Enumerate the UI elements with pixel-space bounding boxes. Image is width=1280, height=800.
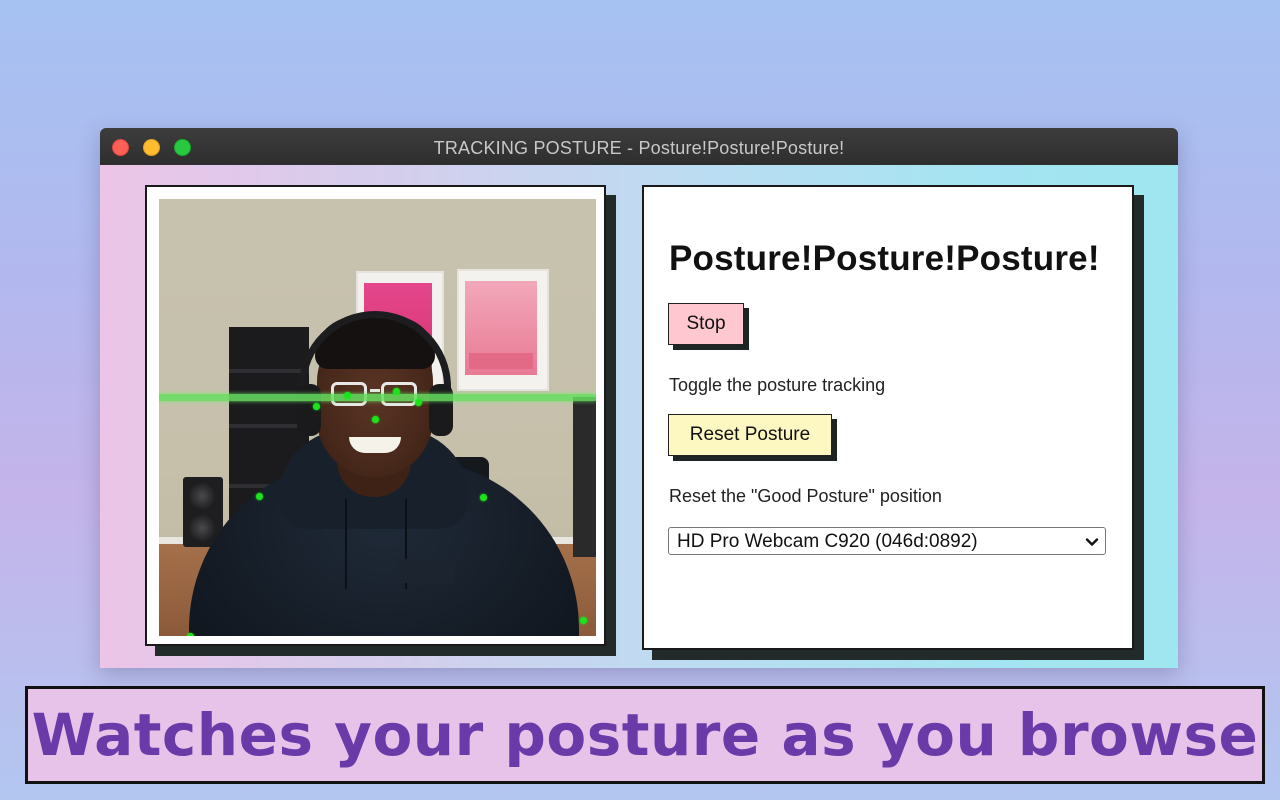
promo-banner: Watches your posture as you browse (25, 686, 1265, 784)
pose-keypoint (415, 399, 422, 406)
scene-door (573, 397, 596, 557)
posture-baseline (159, 394, 596, 401)
hoodie-patch (397, 559, 455, 583)
glasses-bridge (370, 389, 380, 392)
control-panel: Posture!Posture!Posture! Stop Toggle the… (642, 185, 1134, 650)
pose-keypoint (580, 617, 587, 624)
title-bar: TRACKING POSTURE - Posture!Posture!Postu… (100, 128, 1178, 166)
webcam-feed (159, 199, 596, 636)
chevron-down-icon (1085, 538, 1099, 546)
app-content: Posture!Posture!Posture! Stop Toggle the… (100, 165, 1178, 668)
pose-keypoint (393, 388, 400, 395)
pose-keypoint (372, 416, 379, 423)
headphone-earcup (429, 384, 453, 436)
camera-select-value: HD Pro Webcam C920 (046d:0892) (677, 531, 978, 552)
hoodie-string (345, 499, 347, 589)
window-title: TRACKING POSTURE - Posture!Posture!Postu… (433, 138, 845, 158)
reset-description: Reset the "Good Posture" position (669, 486, 942, 506)
camera-select[interactable]: HD Pro Webcam C920 (046d:0892) (668, 527, 1106, 555)
webcam-card (145, 185, 606, 646)
pose-keypoint (313, 403, 320, 410)
scene-shelf-board (229, 369, 309, 373)
page: { "window": { "title": "TRACKING POSTURE… (0, 0, 1280, 800)
pose-keypoint (256, 493, 263, 500)
scene-poster-art (469, 353, 533, 369)
pose-keypoint (187, 633, 194, 636)
scene-speaker-cone (189, 483, 215, 509)
app-window: TRACKING POSTURE - Posture!Posture!Postu… (100, 128, 1178, 668)
banner-tagline: Watches your posture as you browse (31, 701, 1259, 769)
scene-speaker-cone (189, 515, 215, 541)
pose-keypoint (344, 392, 351, 399)
person-smile (349, 437, 401, 453)
toggle-description: Toggle the posture tracking (669, 375, 886, 395)
panel-title: Posture!Posture!Posture! (669, 239, 1100, 278)
stop-button[interactable]: Stop (668, 303, 744, 345)
pose-keypoint (480, 494, 487, 501)
headphone-earcup (297, 384, 321, 436)
reset-posture-button[interactable]: Reset Posture (668, 414, 832, 456)
